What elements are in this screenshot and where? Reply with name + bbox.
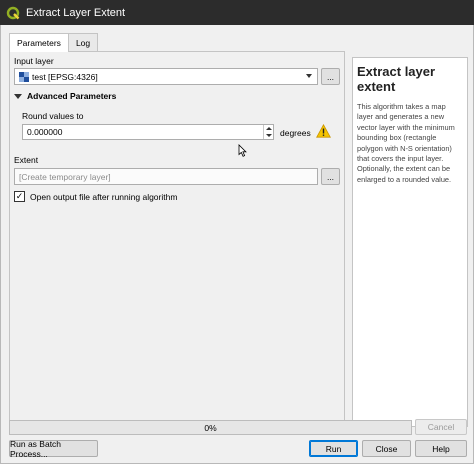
spin-up-icon[interactable] xyxy=(266,127,272,130)
open-output-option[interactable]: ✓ Open output file after running algorit… xyxy=(14,191,177,202)
extent-output-field[interactable]: [Create temporary layer] xyxy=(14,168,318,185)
progress-text: 0% xyxy=(204,422,217,433)
input-layer-label: Input layer xyxy=(14,56,54,66)
round-values-spinbox[interactable]: 0.000000 xyxy=(22,124,274,140)
collapse-arrow-icon xyxy=(14,93,22,99)
spin-buttons[interactable] xyxy=(263,125,273,139)
extent-placeholder: [Create temporary layer] xyxy=(19,171,111,182)
extent-browse-button[interactable]: ... xyxy=(321,168,340,185)
progress-bar: 0% xyxy=(9,420,412,435)
advanced-parameters-toggle[interactable]: Advanced Parameters xyxy=(14,91,116,101)
cancel-button[interactable]: Cancel xyxy=(415,419,467,435)
title-bar: Extract Layer Extent xyxy=(0,0,474,25)
dialog-body: Parameters Log Input layer test [EPSG:43… xyxy=(0,25,474,464)
input-layer-value: test [EPSG:4326] xyxy=(32,71,98,82)
input-layer-browse-button[interactable]: ... xyxy=(321,68,340,85)
warning-icon xyxy=(316,124,331,138)
tab-log[interactable]: Log xyxy=(67,33,99,51)
open-output-label: Open output file after running algorithm xyxy=(30,191,178,202)
tab-parameters[interactable]: Parameters xyxy=(9,33,69,52)
tab-bar: Parameters Log xyxy=(9,33,99,52)
help-title: Extract layer extent xyxy=(357,64,436,94)
close-button[interactable]: Close xyxy=(362,440,411,457)
chevron-down-icon xyxy=(306,74,312,78)
qgis-logo-icon xyxy=(6,6,20,19)
input-layer-combo[interactable]: test [EPSG:4326] xyxy=(14,68,318,85)
degrees-unit-label: degrees xyxy=(280,128,311,138)
round-values-label: Round values to xyxy=(22,111,84,121)
help-button[interactable]: Help xyxy=(415,440,467,457)
spin-down-icon[interactable] xyxy=(266,134,272,137)
run-button[interactable]: Run xyxy=(309,440,358,457)
mouse-cursor-icon xyxy=(238,144,247,157)
run-batch-button[interactable]: Run as Batch Process... xyxy=(9,439,98,459)
help-panel: Extract layer extent This algorithm take… xyxy=(352,57,468,427)
extent-label: Extent xyxy=(14,155,39,165)
advanced-parameters-header: Advanced Parameters xyxy=(27,91,117,101)
open-output-checkbox[interactable]: ✓ xyxy=(14,191,25,202)
polygon-layer-icon xyxy=(19,71,29,82)
round-values-value: 0.000000 xyxy=(27,127,63,137)
help-description: This algorithm takes a map layer and gen… xyxy=(357,102,455,184)
parameters-panel: Input layer test [EPSG:4326] ... Advance… xyxy=(9,51,345,427)
window-title: Extract Layer Extent xyxy=(26,6,126,19)
